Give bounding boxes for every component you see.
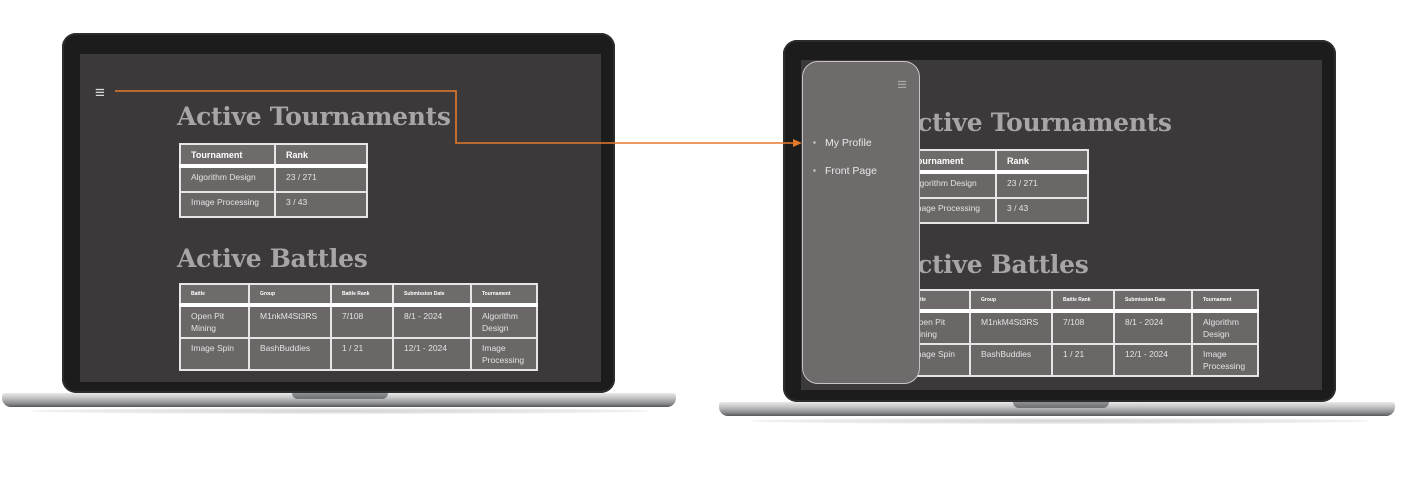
arrowhead-icon — [793, 139, 802, 147]
connector-line — [115, 90, 796, 144]
connector-arrow — [115, 90, 802, 147]
